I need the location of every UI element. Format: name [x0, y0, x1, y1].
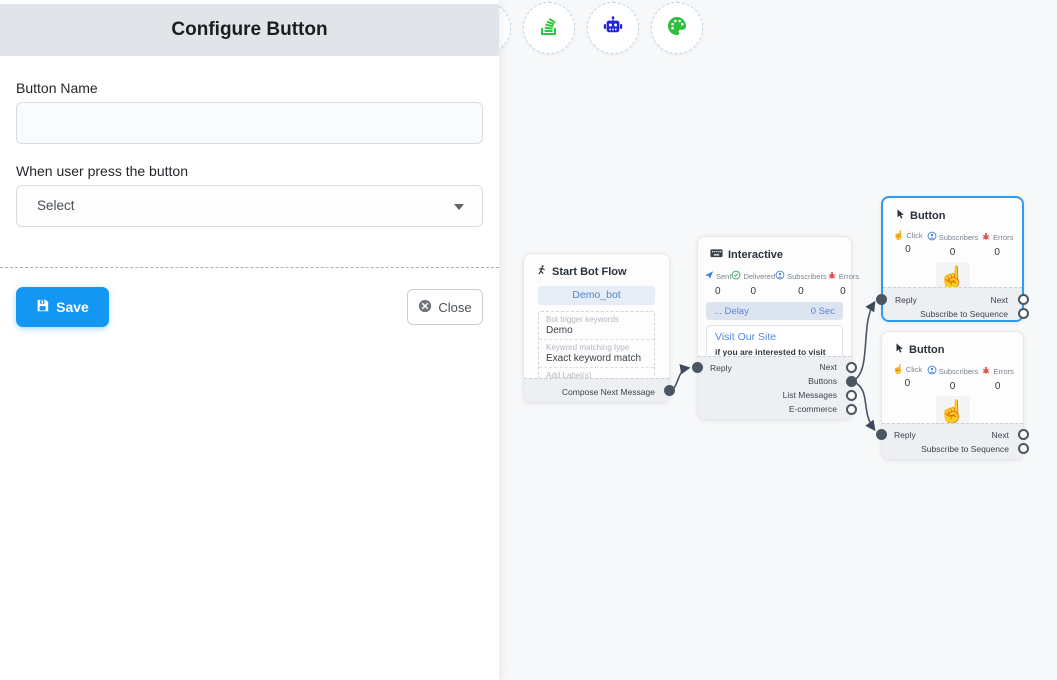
next-connector[interactable] — [1018, 294, 1029, 305]
input-label: Reply — [894, 430, 916, 440]
delay-bar[interactable]: ... Delay 0 Sec — [706, 302, 843, 320]
toolbar-robot-button[interactable] — [587, 2, 639, 54]
stat-subscribers: Subscribers 0 — [927, 231, 979, 258]
ecommerce-connector[interactable] — [846, 404, 857, 415]
toolbar-palette-button[interactable] — [651, 2, 703, 54]
bot-flow-builder: Start Bot Flow Demo_bot Bot trigger keyw… — [0, 0, 1057, 680]
output-label: List Messages — [783, 390, 837, 400]
delay-value: 0 Sec — [811, 306, 835, 317]
output-label: E-commerce — [789, 404, 837, 414]
stats-row: ☝ Click 0 Subscribe — [888, 365, 1017, 392]
keyboard-icon — [710, 247, 723, 262]
runner-icon — [536, 264, 547, 279]
next-connector[interactable] — [846, 362, 857, 373]
flow-canvas[interactable]: Start Bot Flow Demo_bot Bot trigger keyw… — [499, 0, 1057, 680]
input-label: Reply — [710, 363, 732, 373]
button-node[interactable]: Button ☝ Click 0 — [881, 331, 1024, 460]
output-label: Next — [820, 362, 837, 372]
input-label: Reply — [895, 295, 917, 305]
output-label: Subscribe to Sequence — [920, 309, 1008, 319]
button-name-input[interactable] — [16, 102, 483, 144]
save-icon — [36, 299, 49, 315]
stack-icon — [537, 14, 561, 43]
button-node-selected[interactable]: Button ☝ Click 0 — [881, 196, 1024, 322]
stat-subscribers: Subscribers 0 — [927, 365, 979, 392]
stat-errors: Errors 0 — [978, 365, 1017, 392]
close-label: Close — [438, 300, 471, 315]
buttons-connector[interactable] — [846, 376, 857, 387]
press-button-label: When user press the button — [16, 163, 188, 179]
panel-title: Configure Button — [171, 19, 327, 41]
reply-connector[interactable] — [876, 429, 887, 440]
close-button[interactable]: Close — [407, 289, 483, 325]
stats-row: ☝ Click 0 Subscribe — [889, 231, 1016, 258]
output-label: Buttons — [808, 376, 837, 386]
subscribe-sequence-connector[interactable] — [1018, 443, 1029, 454]
list-messages-connector[interactable] — [846, 390, 857, 401]
stat-click: ☝ Click 0 — [889, 231, 927, 258]
next-connector[interactable] — [1018, 429, 1029, 440]
bug-icon — [827, 270, 837, 282]
start-bot-flow-node[interactable]: Start Bot Flow Demo_bot Bot trigger keyw… — [523, 253, 670, 403]
check-circle-icon — [731, 270, 741, 282]
stat-errors: Errors 0 — [827, 270, 859, 297]
message-title: Visit Our Site — [715, 331, 834, 343]
bug-icon — [981, 231, 991, 243]
reply-connector[interactable] — [876, 294, 887, 305]
stat-subscribers: Subscribers 0 — [775, 270, 827, 297]
start-node-footer: Compose Next Message — [524, 378, 669, 402]
stat-delivered: Delivered 0 — [731, 270, 775, 297]
node-title: Start Bot Flow — [552, 266, 627, 278]
panel-header: Configure Button — [0, 4, 499, 56]
send-icon — [704, 270, 714, 282]
save-label: Save — [56, 299, 89, 315]
bot-name-chip[interactable]: Demo_bot — [538, 286, 655, 305]
select-value: Select — [37, 198, 75, 213]
output-connector[interactable] — [664, 385, 675, 396]
click-icon: ☝ — [893, 231, 904, 240]
field-row: Keyword matching type Exact keyword matc… — [539, 339, 654, 367]
node-title: Interactive — [728, 249, 783, 261]
user-circle-icon — [775, 270, 785, 282]
bug-icon — [981, 365, 991, 377]
palette-icon — [665, 14, 689, 43]
toolbar-stack-button[interactable] — [523, 2, 575, 54]
user-circle-icon — [927, 365, 937, 377]
stat-click: ☝ Click 0 — [888, 365, 927, 392]
stat-sent: Sent 0 — [704, 270, 731, 297]
stats-row: Sent 0 Delivered 0 — [704, 270, 845, 297]
node-title: Button — [910, 210, 945, 222]
output-label: Subscribe to Sequence — [921, 444, 1009, 454]
stat-errors: Errors 0 — [978, 231, 1016, 258]
field-row: Bot trigger keywords Demo — [539, 312, 654, 339]
subscribe-sequence-connector[interactable] — [1018, 308, 1029, 319]
click-icon: ☝ — [893, 365, 904, 374]
cursor-icon — [895, 208, 905, 223]
field-label: Bot trigger keywords — [546, 315, 647, 324]
output-label: Next — [992, 430, 1009, 440]
output-label: Compose Next Message — [562, 387, 655, 397]
field-value: Exact keyword match — [546, 353, 647, 364]
save-button[interactable]: Save — [16, 287, 109, 327]
robot-icon — [601, 14, 625, 43]
output-label: Next — [991, 295, 1008, 305]
node-title: Button — [909, 344, 944, 356]
delay-label: ... Delay — [714, 306, 749, 317]
cursor-icon — [894, 342, 904, 357]
divider — [0, 267, 499, 268]
user-circle-icon — [927, 231, 937, 243]
configure-button-panel: Configure Button Button Name When user p… — [0, 0, 499, 680]
interactive-node[interactable]: Interactive Sent 0 — [697, 236, 852, 420]
button-name-label: Button Name — [16, 80, 98, 96]
chevron-down-icon — [454, 204, 464, 210]
field-value: Demo — [546, 325, 647, 336]
reply-connector[interactable] — [692, 362, 703, 373]
close-circle-icon — [418, 299, 432, 316]
field-label: Keyword matching type — [546, 343, 647, 352]
action-select[interactable]: Select — [16, 185, 483, 227]
